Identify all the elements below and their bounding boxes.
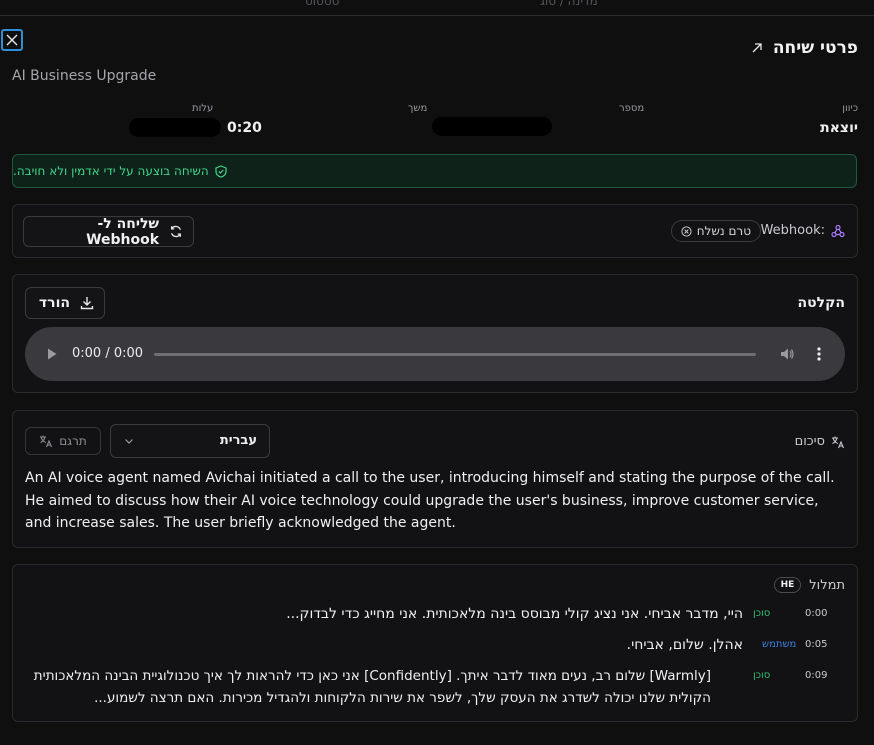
volume-icon[interactable]: [779, 346, 795, 362]
webhook-status-text: טרם נשלח: [696, 224, 751, 238]
column-country-type: מדינה / סוג: [540, 0, 598, 8]
send-webhook-button[interactable]: שליחה ל-Webhook: [23, 215, 194, 248]
download-label: הורד: [38, 295, 70, 311]
column-status: סטטוס: [305, 0, 340, 8]
summary-label-text: סיכום: [794, 434, 825, 449]
audio-time: 0:00 / 0:00: [72, 346, 144, 361]
download-icon: [80, 297, 94, 310]
play-icon[interactable]: [47, 348, 57, 360]
dialog-title: פרטי שיחה: [772, 38, 858, 58]
transcript-label: תמלול: [809, 577, 845, 593]
entry-speaker: סוכן: [753, 670, 771, 681]
recording-title: הקלטה: [797, 295, 845, 311]
entry-time: 0:05: [805, 639, 828, 650]
download-button[interactable]: הורד: [25, 287, 105, 319]
table-header-remnant: סטטוס מדינה / סוג: [0, 0, 874, 16]
direction-label: כיוון: [842, 103, 858, 114]
entry-text: [Warmly] שלום רב, נעים מאוד לדבר איתך. […: [33, 668, 711, 706]
transcript-header: תמלול HE: [773, 577, 845, 593]
close-icon: [6, 34, 18, 46]
webhook-icon: [831, 224, 845, 237]
entry-speaker: סוכן: [753, 608, 771, 619]
dialog-title-row: פרטי שיחה: [751, 38, 858, 58]
admin-call-alert: השיחה בוצעה על ידי אדמין ולא חויבה.: [12, 154, 857, 188]
translate-icon: [40, 435, 53, 448]
summary-card: תרגם עברית סיכום An AI voice agent named…: [12, 410, 858, 548]
x-circle-icon: [681, 225, 692, 237]
alert-text: השיחה בוצעה על ידי אדמין ולא חויבה.: [13, 164, 209, 178]
webhook-card: שליחה ל-Webhook טרם נשלח Webhook:: [12, 204, 858, 258]
shield-check-icon: [215, 164, 227, 178]
translate-label: תרגם: [59, 434, 87, 448]
duration-label: משך: [408, 103, 428, 114]
refresh-icon: [171, 225, 182, 238]
entry-time: 0:09: [805, 670, 828, 681]
more-options-icon[interactable]: [817, 346, 821, 362]
campaign-name: AI Business Upgrade: [12, 68, 157, 84]
entry-time: 0:00: [805, 608, 828, 619]
close-button[interactable]: [1, 29, 23, 51]
direction-value: יוצאת: [820, 120, 858, 136]
translate-button[interactable]: תרגם: [25, 427, 101, 455]
webhook-status-badge: טרם נשלח: [670, 220, 761, 242]
entry-text: אהלן. שלום, אביחי.: [626, 637, 743, 653]
audio-seek-bar[interactable]: [154, 353, 756, 356]
summary-text: An AI voice agent named Avichai initiate…: [25, 470, 835, 531]
audio-player[interactable]: 0:00 / 0:00: [25, 327, 845, 381]
number-label: מספר: [619, 103, 645, 114]
summary-label: סיכום: [795, 434, 845, 449]
send-webhook-label: שליחה ל-Webhook: [86, 215, 160, 248]
external-link-icon[interactable]: [751, 42, 763, 54]
transcript-lang-badge: HE: [773, 577, 802, 593]
entry-text: היי, מדבר אביחי. אני נציג קולי מבוסס בינ…: [286, 606, 743, 622]
summary-language-select[interactable]: עברית: [110, 424, 270, 458]
redacted-cost: [129, 118, 221, 137]
webhook-label-text: Webhook:: [760, 223, 825, 238]
chevron-down-icon: [125, 439, 133, 444]
transcript-card: תמלול HE 0:00 סוכן היי, מדבר אביחי. אני …: [12, 564, 858, 722]
recording-card: הורד הקלטה 0:00 / 0:00: [12, 274, 858, 393]
redacted-number: [432, 117, 552, 136]
summary-language-value: עברית: [219, 433, 257, 448]
entry-speaker: משתמש: [762, 639, 797, 650]
webhook-label: Webhook:: [761, 223, 845, 238]
duration-value: 0:20: [227, 120, 262, 136]
cost-label: עלות: [192, 103, 214, 114]
translate-icon: [832, 436, 845, 448]
